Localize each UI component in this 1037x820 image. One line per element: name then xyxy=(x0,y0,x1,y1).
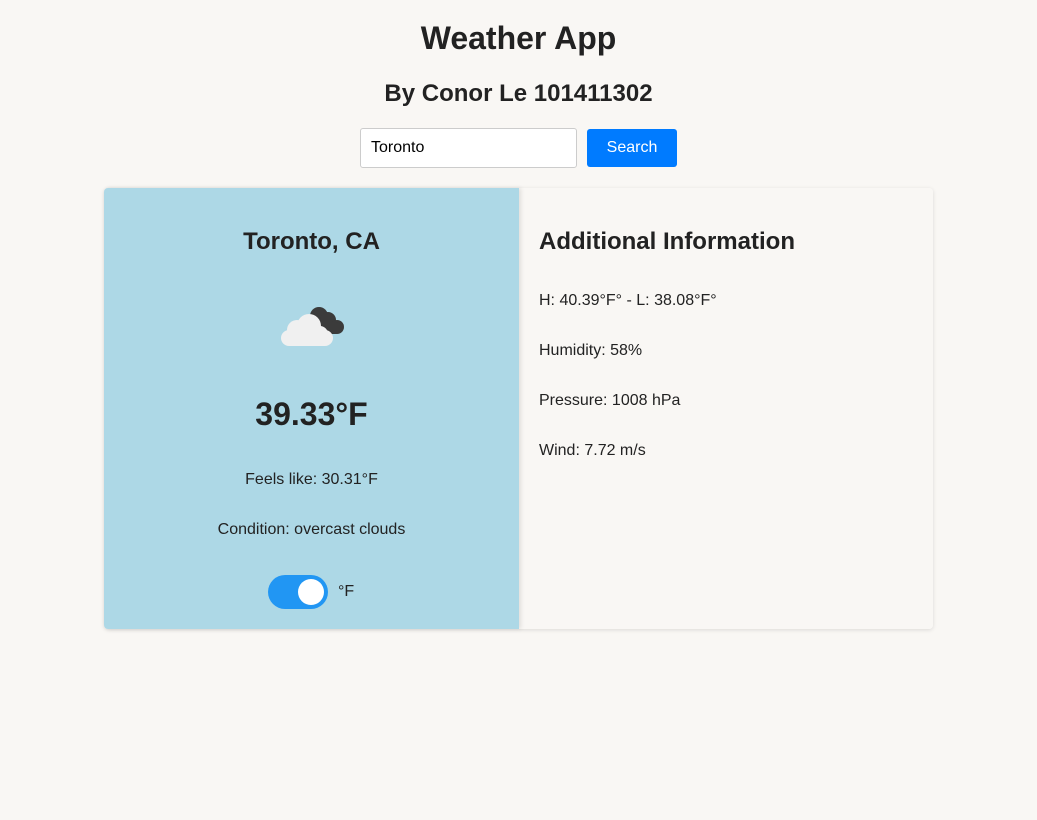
feels-like-text: Feels like: 30.31°F xyxy=(245,471,378,488)
additional-info-title: Additional Information xyxy=(539,228,795,255)
current-weather-card: Toronto, CA 39.33°F Feels like: 30.31°F … xyxy=(104,188,519,629)
current-temperature: 39.33°F xyxy=(255,396,368,432)
search-input[interactable] xyxy=(360,128,577,168)
humidity-text: Humidity: 58% xyxy=(539,342,643,359)
wind-text: Wind: 7.72 m/s xyxy=(539,442,646,459)
overcast-clouds-icon xyxy=(281,307,344,346)
unit-label: °F xyxy=(338,583,355,600)
app-title: Weather App xyxy=(420,20,617,56)
high-low-text: H: 40.39°F° - L: 38.08°F° xyxy=(539,292,717,309)
condition-text: Condition: overcast clouds xyxy=(217,521,406,538)
city-name: Toronto, CA xyxy=(243,228,380,255)
additional-info-card: Additional Information H: 40.39°F° - L: … xyxy=(519,188,933,629)
weather-panels: Toronto, CA 39.33°F Feels like: 30.31°F … xyxy=(104,188,933,629)
app-subtitle: By Conor Le 101411302 xyxy=(384,80,653,107)
unit-toggle[interactable] xyxy=(268,575,328,609)
unit-switch-row: °F xyxy=(268,575,354,609)
search-button[interactable]: Search xyxy=(587,129,677,167)
pressure-text: Pressure: 1008 hPa xyxy=(539,392,681,409)
toggle-knob xyxy=(298,579,324,605)
search-bar: Search xyxy=(360,128,677,168)
